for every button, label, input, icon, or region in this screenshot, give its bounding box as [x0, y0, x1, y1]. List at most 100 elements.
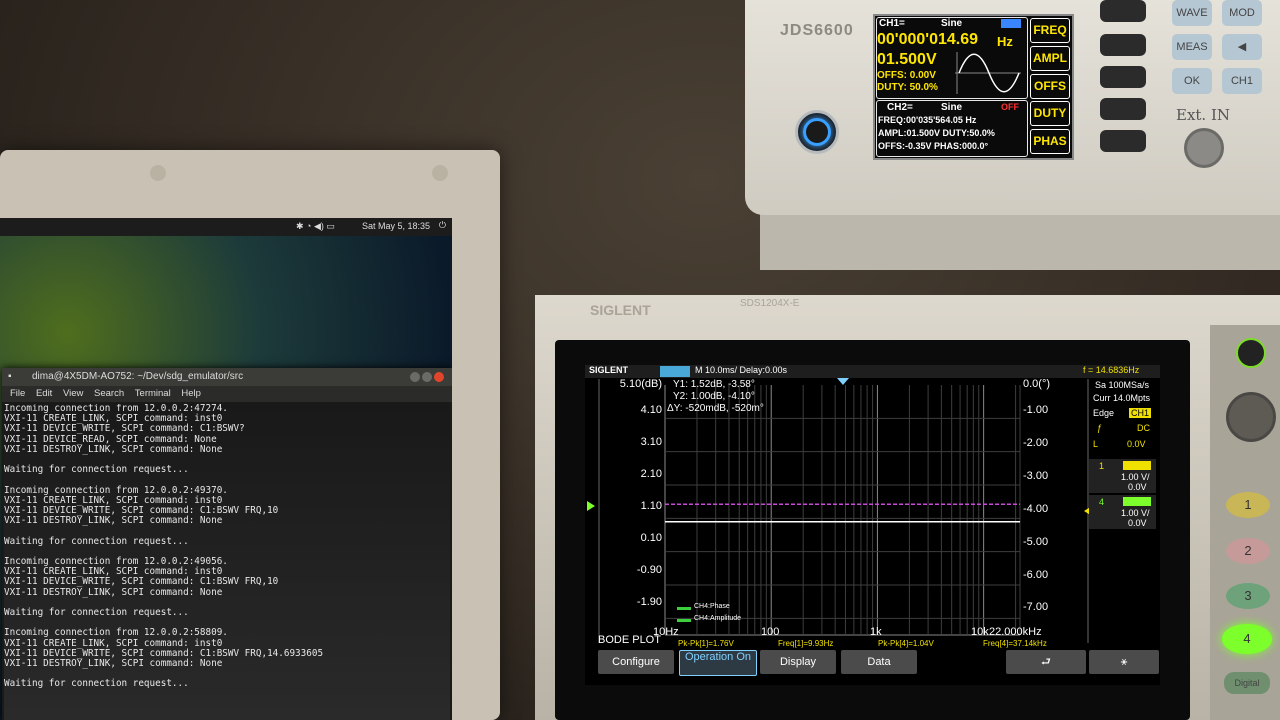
ch1-frequency: 00'000'014.69 — [877, 31, 979, 48]
ch1-number: 1 — [1099, 461, 1105, 471]
ch1-header: CH1= — [879, 18, 905, 29]
x-axis-label: 22.000kHz — [989, 626, 1042, 638]
softkey-freq[interactable]: FREQ — [1030, 18, 1070, 43]
terminal-icon: ▪ — [8, 371, 12, 382]
measurement-freq4: Freq[4]=37.14kHz — [983, 639, 1047, 648]
mode-label: BODE PLOT — [598, 634, 661, 646]
channel-3-button[interactable]: 3 — [1226, 583, 1270, 609]
generator-key[interactable] — [1100, 130, 1146, 152]
terminal-window[interactable]: ▪ dima@4X5DM-AO752: ~/Dev/sdg_emulator/s… — [2, 368, 452, 720]
power-icon — [803, 118, 831, 146]
ext-in-bnc-connector — [1184, 128, 1224, 168]
left-axis-label: 5.10(dB) — [619, 378, 662, 390]
close-button[interactable] — [434, 372, 444, 382]
scope-model: SDS1204X-E — [740, 298, 800, 309]
left-arrow-button[interactable]: ◀ — [1222, 34, 1262, 60]
terminal-line: VXI-11 DESTROY_LINK, SCPI command: None — [4, 586, 223, 598]
left-axis-label: 4.10 — [640, 404, 662, 416]
wave-button[interactable]: WAVE — [1172, 0, 1212, 26]
ch1-offset: 0.0V — [1128, 482, 1147, 492]
ok-button[interactable]: OK — [1172, 68, 1212, 94]
softkey-ampl[interactable]: AMPL — [1030, 46, 1070, 71]
left-axis-label: -1.90 — [636, 596, 662, 608]
softkey-duty[interactable]: DUTY — [1030, 101, 1070, 126]
generator-brand: JDS6600 — [780, 22, 854, 39]
sample-rate: Sa 100MSa/s — [1095, 380, 1150, 390]
ch4-number: 4 — [1099, 497, 1105, 507]
power-icon[interactable]: ⏻ — [439, 220, 446, 231]
terminal-menubar: File Edit View Search Terminal Help — [2, 386, 452, 402]
legend-phase: CH4:Phase — [694, 603, 730, 610]
channel-4-button[interactable]: 4 — [1222, 624, 1272, 654]
meas-button[interactable]: MEAS — [1172, 34, 1212, 60]
ch1-button[interactable]: CH1 — [1222, 68, 1262, 94]
mod-button[interactable]: MOD — [1222, 0, 1262, 26]
display-button[interactable]: Display — [760, 650, 836, 674]
digital-button[interactable]: Digital — [1224, 672, 1270, 694]
laptop-screen: ✱ ◔ ◀) ▭ Sat May 5, 18:35 ⏻ ▪ dima@4X5DM… — [0, 218, 452, 720]
ch2-amplitude: AMPL:01.500V DUTY:50.0% — [878, 128, 995, 138]
adjust-knob[interactable] — [1226, 392, 1276, 442]
menu-search[interactable]: Search — [94, 388, 124, 399]
generator-key[interactable] — [1100, 34, 1146, 56]
maximize-button[interactable] — [422, 372, 432, 382]
softkey-offs[interactable]: OFFS — [1030, 74, 1070, 99]
ch4-volts-div: 1.00 V/ — [1121, 508, 1150, 518]
channel-2-button[interactable]: 2 — [1226, 538, 1270, 564]
scope-screen: SIGLENT M 10.0ms/ Delay:0.00s f = 14.683… — [585, 365, 1160, 685]
menu-edit[interactable]: Edit — [36, 388, 52, 399]
generator-key[interactable] — [1100, 66, 1146, 88]
legend-swatch-amplitude — [677, 619, 691, 622]
terminal-line: Waiting for connection request... — [4, 607, 189, 619]
ch2-frequency: FREQ:00'035'564.05 Hz — [878, 115, 977, 125]
softkey-phas[interactable]: PHAS — [1030, 129, 1070, 154]
trigger-level: 0.0V — [1127, 439, 1146, 449]
right-axis-label: -7.00 — [1023, 601, 1049, 613]
panel-clock[interactable]: Sat May 5, 18:35 — [362, 221, 430, 231]
x-axis-label: 100 — [761, 626, 780, 638]
terminal-output[interactable]: Incoming connection from 12.0.0.2:47274.… — [4, 404, 450, 720]
edge-icon: ƒ — [1097, 423, 1103, 433]
network-icon[interactable]: ⚹ — [1089, 650, 1159, 674]
ch2-header: CH2= — [887, 102, 913, 113]
channel-1-button[interactable]: 1 — [1226, 492, 1270, 518]
measurement-freq1: Freq[1]=9.93Hz — [778, 639, 834, 648]
minimize-button[interactable] — [410, 372, 420, 382]
operation-button[interactable]: Operation On — [679, 650, 757, 676]
status-icons[interactable]: ✱ ◔ ◀) ▭ — [296, 221, 335, 232]
terminal-line: VXI-11 DESTROY_LINK, SCPI command: None — [4, 443, 223, 455]
right-axis-label: -4.00 — [1023, 503, 1049, 515]
ch1-offset: OFFS: 0.00V — [877, 70, 936, 81]
configure-button[interactable]: Configure — [598, 650, 674, 674]
menu-terminal[interactable]: Terminal — [135, 388, 171, 399]
ch4-coupling-badge — [1123, 497, 1151, 506]
x-axis-label: 1k — [870, 626, 882, 638]
cursor-y1: Y1: 1.52dB, -3.58° — [673, 379, 755, 390]
terminal-titlebar[interactable]: ▪ dima@4X5DM-AO752: ~/Dev/sdg_emulator/s… — [2, 368, 452, 386]
right-axis-label: -6.00 — [1023, 569, 1049, 581]
menu-view[interactable]: View — [63, 388, 83, 399]
right-axis-label: -3.00 — [1023, 470, 1049, 482]
memory-depth: Curr 14.0Mpts — [1093, 393, 1151, 403]
generator-key[interactable] — [1100, 0, 1146, 22]
ch1-coupling-badge — [1123, 461, 1151, 470]
trigger-source[interactable]: CH1 — [1129, 408, 1152, 418]
menu-file[interactable]: File — [10, 388, 25, 399]
terminal-line: VXI-11 DESTROY_LINK, SCPI command: None — [4, 515, 223, 527]
generator-key[interactable] — [1100, 98, 1146, 120]
ch1-volts-div: 1.00 V/ — [1121, 472, 1150, 482]
desktop-wallpaper: ▪ dima@4X5DM-AO752: ~/Dev/sdg_emulator/s… — [0, 236, 452, 720]
power-led-icon[interactable] — [1236, 338, 1266, 368]
bezel-screw — [150, 165, 166, 181]
ch1-amplitude: 01.500V — [877, 51, 937, 68]
terminal-title: dima@4X5DM-AO752: ~/Dev/sdg_emulator/src — [32, 371, 244, 382]
data-button[interactable]: Data — [841, 650, 917, 674]
ch2-state: OFF — [1001, 102, 1019, 112]
ch1-duty: DUTY: 50.0% — [877, 82, 938, 93]
left-axis-label: 0.10 — [640, 532, 662, 544]
trigger-level-label: L — [1093, 439, 1099, 449]
left-axis-label: -0.90 — [636, 564, 662, 576]
back-button[interactable]: ⮐ — [1006, 650, 1086, 674]
trigger-type[interactable]: Edge — [1093, 408, 1114, 418]
menu-help[interactable]: Help — [181, 388, 201, 399]
